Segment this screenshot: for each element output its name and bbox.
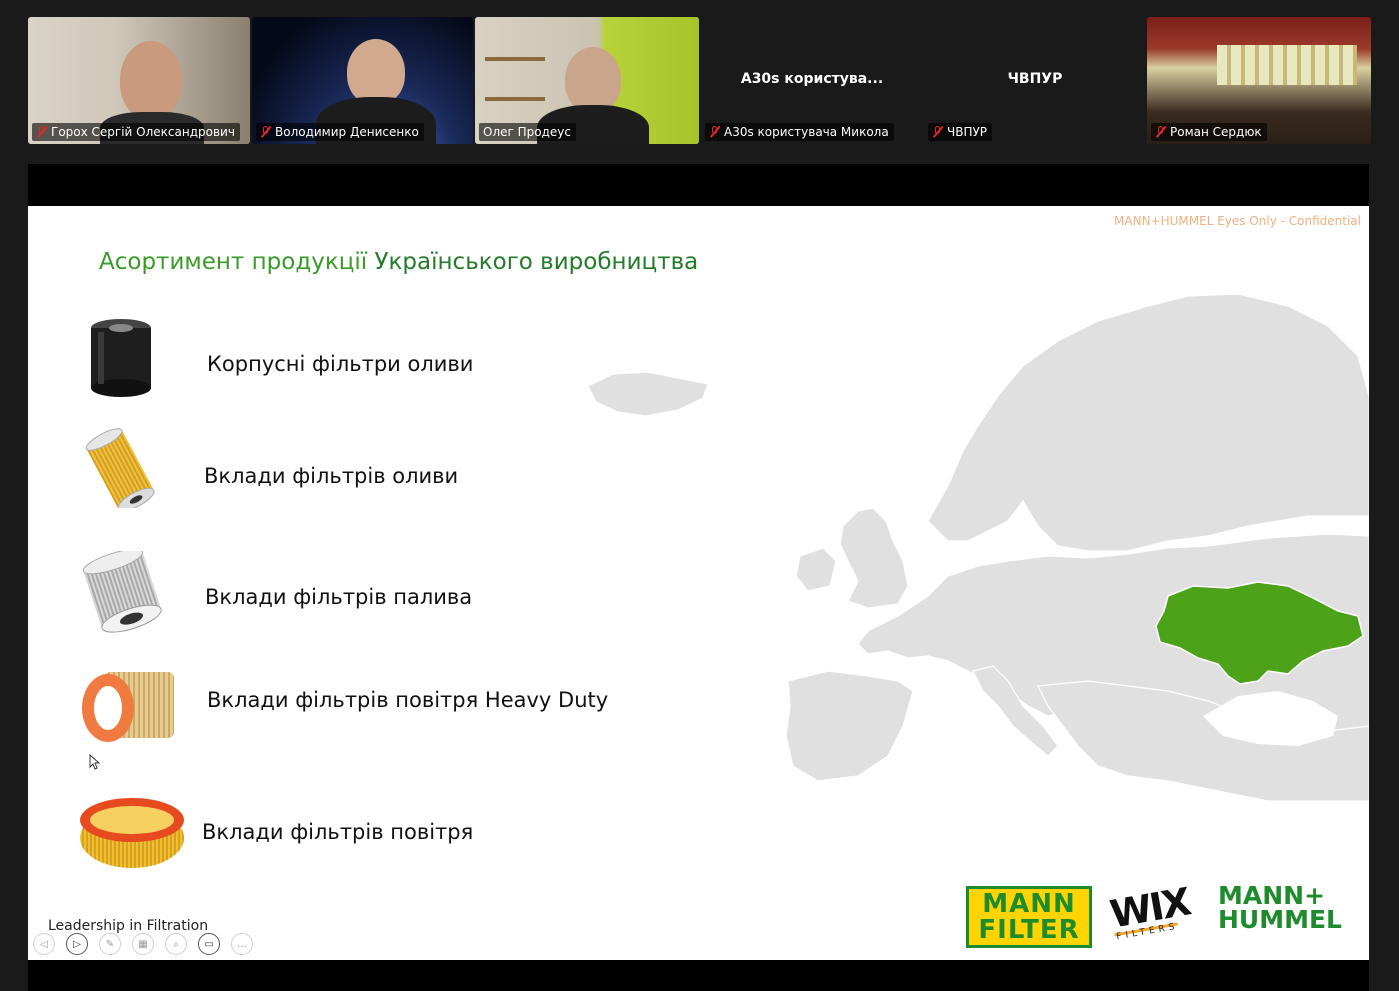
participant-name: Олег Продеус [483, 125, 571, 139]
mouse-cursor-icon [89, 754, 101, 770]
fuel-filter-element-icon [82, 551, 162, 633]
footer-tagline: Leadership in Filtration [48, 918, 209, 934]
product-label: Вклади фільтрів оливи [204, 464, 459, 488]
shared-slide: MANN+HUMMEL Eyes Only - Confidential Асо… [28, 206, 1369, 960]
participant-tile[interactable]: A30s користува... A30s користувача Микол… [701, 17, 923, 144]
share-bottom-bar [28, 960, 1369, 991]
mic-muted-icon [260, 126, 271, 138]
pen-icon[interactable]: ✎ [99, 933, 121, 955]
previous-slide-button[interactable]: ◁ [33, 933, 55, 955]
zoom-icon[interactable]: ⌕ [165, 933, 187, 955]
participant-name-tag: ЧВПУР [928, 123, 993, 141]
europe-map [587, 293, 1369, 801]
participant-name-tag: Володимир Денисенко [256, 123, 424, 141]
map-ireland [795, 547, 837, 592]
participant-name-tag: Олег Продеус [479, 123, 576, 141]
share-top-bar [28, 164, 1369, 206]
product-label: Вклади фільтрів повітря [202, 820, 474, 844]
participant-name: Роман Сердюк [1170, 125, 1262, 139]
slide-title: Асортимент продукції Українського виробн… [99, 249, 699, 275]
hd-air-filter-icon [82, 672, 174, 742]
participant-name-tag: Горох Сергій Олександрович [32, 123, 240, 141]
next-slide-button[interactable]: ▷ [66, 933, 88, 955]
participant-tile-active[interactable]: Олег Продеус [475, 17, 699, 144]
air-filter-element-icon [80, 798, 184, 868]
product-label: Вклади фільтрів повітря Heavy Duty [207, 688, 609, 712]
participant-tile[interactable]: ЧВПУР ЧВПУР [924, 17, 1146, 144]
participant-name-tag: A30s користувача Микола [705, 123, 894, 141]
mic-muted-icon [36, 126, 47, 138]
spin-on-oil-filter-icon [91, 319, 151, 397]
participant-name: Володимир Денисенко [275, 125, 419, 139]
slides-grid-icon[interactable]: ▦ [132, 933, 154, 955]
wix-filters-logo: WIX FILTERS [1106, 879, 1193, 943]
participant-display-name: A30s користува... [740, 71, 884, 87]
mic-muted-icon [709, 126, 720, 138]
participant-name: A30s користувача Микола [724, 125, 889, 139]
map-scandinavia [927, 293, 1369, 552]
product-label: Корпусні фільтри оливи [207, 352, 474, 376]
participant-strip: Горох Сергій Олександрович Володимир Ден… [0, 0, 1399, 160]
mann-hummel-logo: MANN+ HUMMEL [1218, 881, 1342, 934]
participant-display-name: ЧВПУР [1007, 71, 1063, 87]
participant-tile[interactable]: Роман Сердюк [1147, 17, 1371, 144]
map-iberia [785, 670, 914, 782]
participant-name: ЧВПУР [947, 125, 988, 139]
participant-tile[interactable]: Горох Сергій Олександрович [28, 17, 250, 144]
oil-filter-element-icon [85, 428, 155, 508]
mic-muted-icon [932, 126, 943, 138]
confidential-label: MANN+HUMMEL Eyes Only - Confidential [1114, 214, 1361, 228]
mic-muted-icon [1155, 126, 1166, 138]
participant-name-tag: Роман Сердюк [1151, 123, 1267, 141]
video-camera-icon[interactable]: ▭ [198, 933, 220, 955]
map-uk [839, 507, 909, 609]
map-iceland [587, 371, 709, 417]
mann-filter-logo: MANN FILTER [966, 886, 1092, 948]
participant-name: Горох Сергій Олександрович [51, 125, 235, 139]
product-label: Вклади фільтрів палива [205, 585, 473, 609]
more-options-icon[interactable]: … [231, 933, 253, 955]
participant-tile[interactable]: Володимир Денисенко [252, 17, 473, 144]
